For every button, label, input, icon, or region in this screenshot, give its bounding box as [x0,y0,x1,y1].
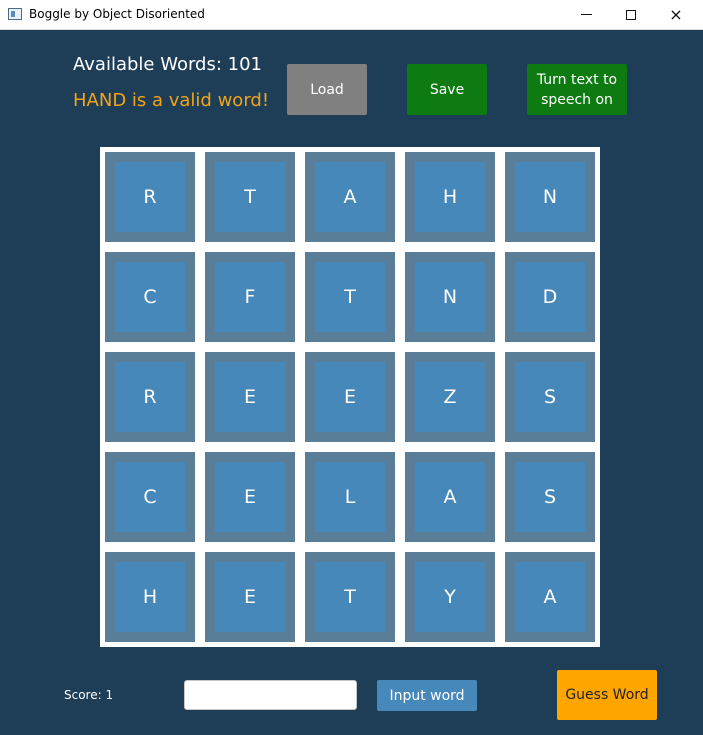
letter-tile[interactable]: A [515,562,585,632]
board-cell[interactable]: N [405,252,495,342]
close-button[interactable]: × [653,0,699,29]
letter-tile[interactable]: E [215,462,285,532]
letter-tile[interactable]: E [215,362,285,432]
load-button[interactable]: Load [287,64,367,115]
board-cell[interactable]: T [305,252,395,342]
board-cell[interactable]: E [205,552,295,642]
letter-tile[interactable]: L [315,462,385,532]
boggle-board: RTAHNCFTNDREEZSCELASHETYA [100,147,600,647]
letter-tile[interactable]: F [215,262,285,332]
board-cell[interactable]: E [305,352,395,442]
letter-tile[interactable]: R [115,162,185,232]
app-icon [8,8,22,20]
letter-tile[interactable]: T [315,562,385,632]
maximize-button[interactable] [608,0,654,29]
letter-tile[interactable]: N [515,162,585,232]
letter-tile[interactable]: S [515,362,585,432]
score-label: Score: 1 [64,688,114,702]
board-cell[interactable]: R [105,352,195,442]
letter-tile[interactable]: C [115,462,185,532]
board-cell[interactable]: L [305,452,395,542]
board-cell[interactable]: S [505,352,595,442]
letter-tile[interactable]: Y [415,562,485,632]
letter-tile[interactable]: S [515,462,585,532]
guess-word-button[interactable]: Guess Word [557,670,657,720]
board-cell[interactable]: T [205,152,295,242]
available-words-label: Available Words: 101 [73,54,262,75]
board-cell[interactable]: Y [405,552,495,642]
board-cell[interactable]: D [505,252,595,342]
letter-tile[interactable]: C [115,262,185,332]
minimize-button[interactable] [563,0,609,29]
text-to-speech-button[interactable]: Turn text to speech on [527,64,627,115]
title-bar: Boggle by Object Disoriented × [0,0,703,30]
letter-tile[interactable]: N [415,262,485,332]
board-cell[interactable]: T [305,552,395,642]
board-cell[interactable]: H [405,152,495,242]
board-cell[interactable]: A [405,452,495,542]
letter-tile[interactable]: T [315,262,385,332]
minimize-icon [580,14,592,15]
board-cell[interactable]: C [105,252,195,342]
close-icon: × [669,5,683,24]
board-cell[interactable]: A [505,552,595,642]
status-message: HAND is a valid word! [73,90,270,111]
board-cell[interactable]: C [105,452,195,542]
board-cell[interactable]: E [205,352,295,442]
letter-tile[interactable]: E [315,362,385,432]
board-cell[interactable]: R [105,152,195,242]
save-button[interactable]: Save [407,64,487,115]
window-title: Boggle by Object Disoriented [29,7,205,21]
letter-tile[interactable]: A [315,162,385,232]
board-cell[interactable]: S [505,452,595,542]
letter-tile[interactable]: H [415,162,485,232]
letter-tile[interactable]: A [415,462,485,532]
board-cell[interactable]: Z [405,352,495,442]
board-cell[interactable]: F [205,252,295,342]
letter-tile[interactable]: E [215,562,285,632]
letter-tile[interactable]: Z [415,362,485,432]
letter-tile[interactable]: T [215,162,285,232]
letter-tile[interactable]: D [515,262,585,332]
letter-tile[interactable]: R [115,362,185,432]
board-cell[interactable]: N [505,152,595,242]
word-input[interactable] [184,680,357,710]
board-cell[interactable]: A [305,152,395,242]
letter-tile[interactable]: H [115,562,185,632]
board-cell[interactable]: H [105,552,195,642]
input-word-button[interactable]: Input word [377,680,477,711]
maximize-icon [626,9,636,20]
board-cell[interactable]: E [205,452,295,542]
